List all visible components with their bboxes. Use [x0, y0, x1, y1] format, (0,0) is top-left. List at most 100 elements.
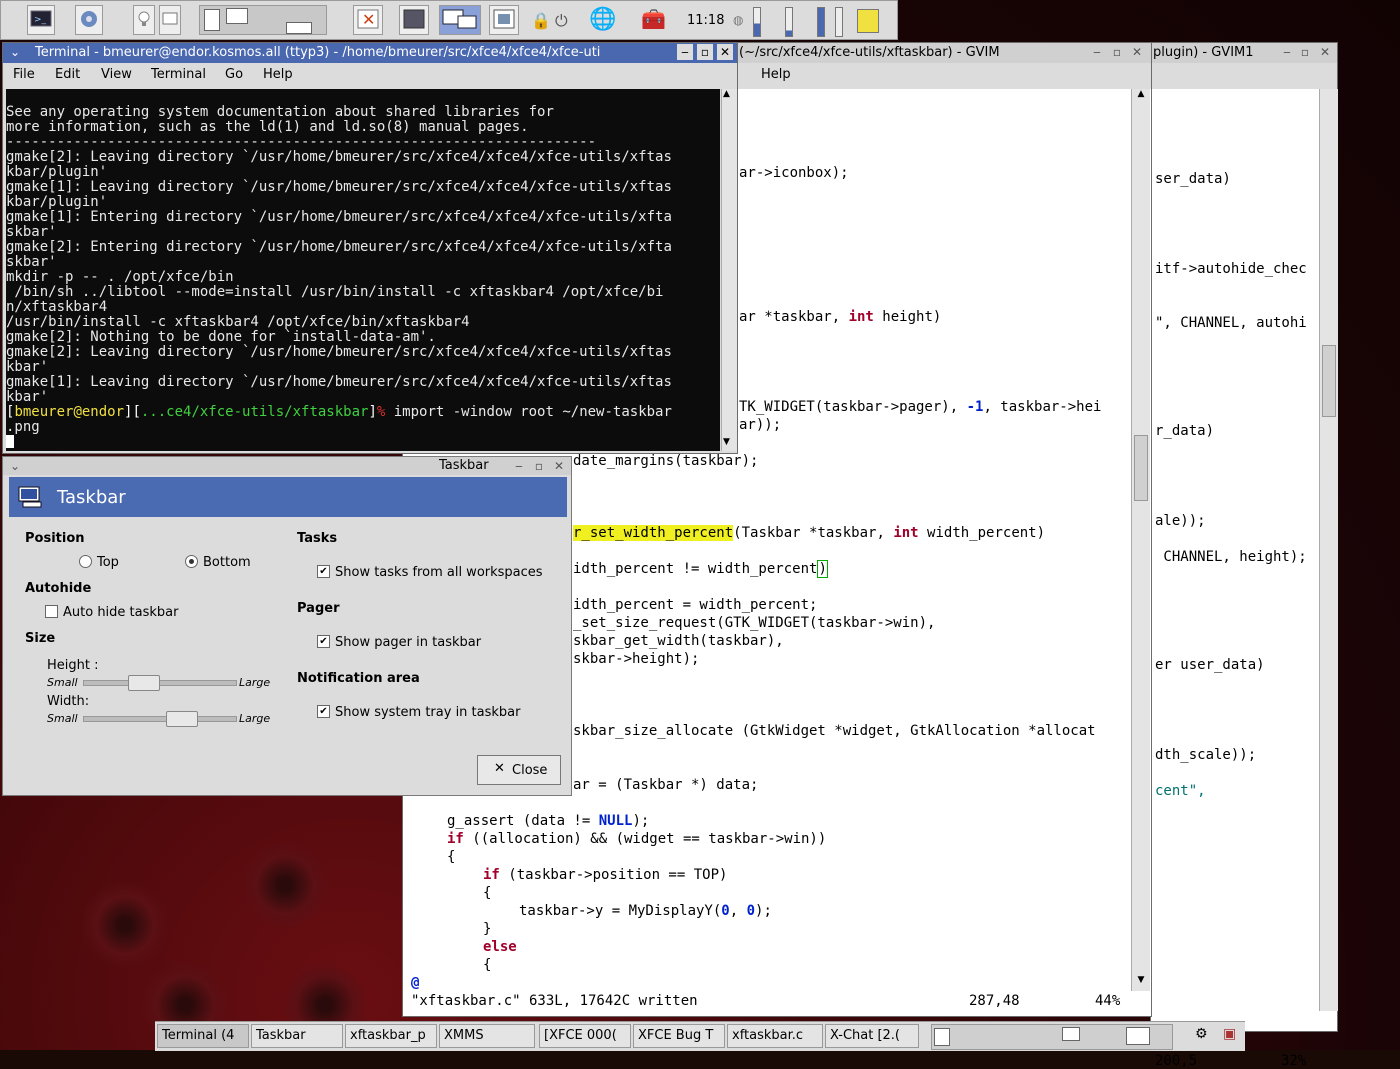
- close-icon[interactable]: ✕: [1317, 44, 1333, 60]
- pager-workspace[interactable]: [934, 1028, 950, 1046]
- window-settings-icon[interactable]: [159, 5, 181, 35]
- maximize-icon[interactable]: ▫: [697, 44, 713, 60]
- taskbar-settings-dialog[interactable]: ⌄ Taskbar ‒ ▫ ✕ Taskbar Position Top Bot…: [2, 456, 572, 796]
- dialog-titlebar[interactable]: ⌄ Taskbar ‒ ▫ ✕: [3, 457, 571, 475]
- terminal-line: /bin/sh ../libtool --mode=install /usr/b…: [6, 284, 664, 300]
- prompt-line: [bmeurer@endor][...ce4/xfce-utils/xftask…: [6, 404, 672, 420]
- task-button[interactable]: [XFCE 000(: [539, 1024, 631, 1048]
- scrollbar-thumb[interactable]: [1322, 345, 1336, 417]
- window-menu-icon[interactable]: ⌄: [7, 44, 23, 60]
- maximize-icon[interactable]: ▫: [1297, 44, 1313, 60]
- settings-launcher-icon[interactable]: [75, 5, 103, 35]
- scroll-down-icon[interactable]: ▼: [1134, 975, 1148, 989]
- scroll-up-icon[interactable]: ▲: [723, 89, 730, 99]
- gvim1-scrollbar[interactable]: [1319, 89, 1338, 1011]
- terminal-launcher-icon[interactable]: >_: [27, 5, 55, 35]
- task-button[interactable]: xftaskbar_p: [345, 1024, 437, 1048]
- lock-icon[interactable]: 🔒: [531, 11, 551, 30]
- pager-workspace[interactable]: [204, 9, 220, 31]
- task-button[interactable]: Terminal (4: [157, 1024, 249, 1048]
- bottom-pager[interactable]: [931, 1024, 1173, 1050]
- screenshot-launcher-icon[interactable]: [489, 5, 519, 35]
- minimize-icon[interactable]: ‒: [677, 44, 693, 60]
- image-launcher-icon[interactable]: [399, 5, 429, 35]
- globe-icon[interactable]: 🌐: [589, 7, 616, 32]
- menu-help[interactable]: Help: [761, 67, 791, 82]
- terminal-window[interactable]: ⌄ Terminal - bmeurer@endor.kosmos.all (t…: [2, 42, 738, 454]
- pager[interactable]: [199, 5, 327, 35]
- pager-workspace[interactable]: [1126, 1027, 1150, 1045]
- close-button[interactable]: ✕ Close: [477, 755, 561, 785]
- notes-icon[interactable]: [857, 9, 879, 33]
- tray-icon[interactable]: ▣: [1223, 1026, 1236, 1042]
- show-tasks-checkbox[interactable]: ✔: [317, 565, 330, 578]
- lightbulb-icon[interactable]: [133, 5, 155, 35]
- menu-help[interactable]: Help: [263, 67, 293, 82]
- task-button[interactable]: Taskbar: [251, 1024, 343, 1048]
- height-slider[interactable]: [83, 675, 237, 691]
- prompt-command: import -window root ~/new-taskbar: [385, 404, 672, 420]
- scroll-down-icon[interactable]: ▼: [723, 437, 730, 447]
- autohide-label[interactable]: Auto hide taskbar: [63, 605, 178, 620]
- minimize-icon[interactable]: ‒: [511, 458, 527, 474]
- scroll-up-icon[interactable]: ▲: [1134, 89, 1148, 103]
- windowlist-launcher-icon[interactable]: [439, 5, 481, 35]
- bottom-tasklist: Terminal (4 Taskbar xftaskbar_p XMMS [XF…: [155, 1021, 1245, 1051]
- height-slider-knob[interactable]: [128, 675, 160, 691]
- gvim-title: (~/src/xfce4/xfce-utils/xftaskbar) - GVI…: [739, 45, 1000, 60]
- pager-workspace[interactable]: [226, 8, 248, 24]
- terminal-scrollbar[interactable]: ▲ ▼: [721, 89, 737, 451]
- window-menu-icon[interactable]: ⌄: [7, 458, 23, 474]
- radio-bottom-label[interactable]: Bottom: [203, 555, 251, 570]
- height-label: Height :: [47, 658, 99, 673]
- size-heading: Size: [25, 631, 56, 646]
- radio-top-label[interactable]: Top: [97, 555, 119, 570]
- autohide-checkbox[interactable]: [45, 605, 58, 618]
- show-tray-label[interactable]: Show system tray in taskbar: [335, 705, 521, 720]
- menu-terminal[interactable]: Terminal: [151, 67, 206, 82]
- toolbox-icon[interactable]: 🧰: [641, 7, 666, 31]
- radio-bottom[interactable]: [185, 555, 198, 568]
- task-button[interactable]: X-Chat [2.(: [825, 1024, 919, 1048]
- code-fragment: ", CHANNEL, autohi: [1155, 315, 1307, 331]
- power-icon[interactable]: ⏻: [555, 11, 568, 31]
- close-icon[interactable]: ✕: [1129, 44, 1145, 60]
- code-line: taskbar->y = MyDisplayY(0, 0);: [519, 903, 772, 919]
- width-slider-knob[interactable]: [166, 711, 198, 727]
- tray-icon[interactable]: ⚙: [1195, 1026, 1208, 1042]
- show-tray-checkbox[interactable]: ✔: [317, 705, 330, 718]
- menu-file[interactable]: File: [13, 67, 35, 82]
- close-button-label: Close: [512, 763, 548, 778]
- task-button[interactable]: XMMS: [439, 1024, 535, 1048]
- gvim-scrollbar[interactable]: ▲ ▼: [1131, 89, 1150, 991]
- show-pager-checkbox[interactable]: ✔: [317, 635, 330, 648]
- task-button[interactable]: xftaskbar.c: [727, 1024, 823, 1048]
- show-pager-label[interactable]: Show pager in taskbar: [335, 635, 481, 650]
- close-icon[interactable]: ✕: [551, 458, 567, 474]
- code-line: @: [411, 975, 420, 991]
- maximize-icon[interactable]: ▫: [1109, 44, 1125, 60]
- minimize-icon[interactable]: ‒: [1089, 44, 1105, 60]
- task-button[interactable]: XFCE Bug T: [633, 1024, 725, 1048]
- menu-edit[interactable]: Edit: [55, 67, 80, 82]
- terminal-output[interactable]: See any operating system documentation a…: [6, 89, 720, 451]
- close-launcher-icon[interactable]: ✕: [353, 5, 383, 35]
- terminal-line: gmake[1]: Leaving directory `/usr/home/b…: [6, 179, 672, 195]
- scrollbar-thumb[interactable]: [1134, 435, 1148, 501]
- width-slider[interactable]: [83, 711, 237, 727]
- terminal-titlebar[interactable]: ⌄ Terminal - bmeurer@endor.kosmos.all (t…: [3, 43, 737, 63]
- gvim1-title: plugin) - GVIM1: [1153, 45, 1254, 60]
- show-tasks-label[interactable]: Show tasks from all workspaces: [335, 565, 543, 580]
- gvim1-titlebar[interactable]: plugin) - GVIM1 ‒ ▫ ✕: [1151, 43, 1337, 63]
- code-fragment: itf->autohide_chec: [1155, 261, 1307, 277]
- maximize-icon[interactable]: ▫: [531, 458, 547, 474]
- radio-top[interactable]: [79, 555, 92, 568]
- code-fragment: dth_scale));: [1155, 747, 1257, 763]
- pager-workspace[interactable]: [1062, 1027, 1080, 1041]
- gvim1-window[interactable]: plugin) - GVIM1 ‒ ▫ ✕ ser_data) itf->aut…: [1150, 42, 1338, 1069]
- menu-view[interactable]: View: [101, 67, 132, 82]
- menu-go[interactable]: Go: [225, 67, 243, 82]
- pager-workspace[interactable]: [286, 22, 312, 34]
- minimize-icon[interactable]: ‒: [1279, 44, 1295, 60]
- close-icon[interactable]: ✕: [717, 44, 733, 60]
